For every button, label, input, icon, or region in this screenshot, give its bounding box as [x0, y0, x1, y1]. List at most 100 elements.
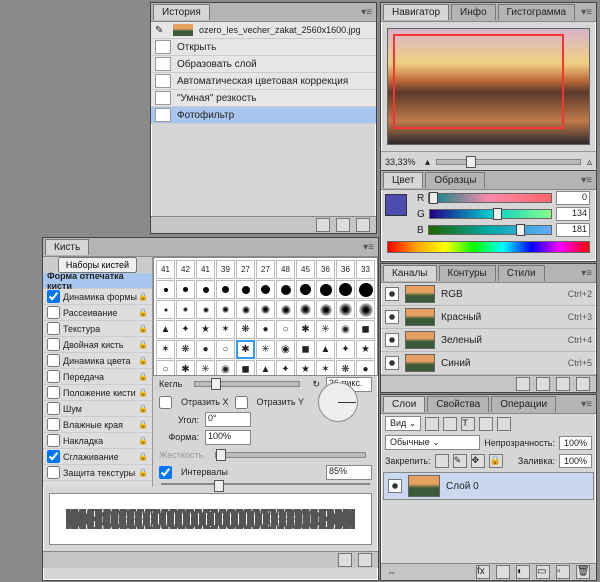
trash-icon[interactable]: 🗑	[576, 565, 590, 579]
brush-preset[interactable]	[156, 300, 175, 319]
flip-x-checkbox[interactable]	[159, 396, 172, 409]
navigator-view-rect[interactable]	[393, 34, 564, 129]
option-checkbox[interactable]	[47, 386, 60, 399]
brush-preset[interactable]: ▲	[256, 360, 275, 376]
visibility-eye-icon[interactable]	[385, 287, 399, 301]
history-step[interactable]: Открыть	[151, 39, 376, 56]
spacing-slider[interactable]	[161, 483, 370, 485]
brush-preset[interactable]: ●	[356, 360, 375, 376]
toggle-preview-icon[interactable]	[338, 553, 352, 567]
brush-preset[interactable]	[336, 300, 355, 319]
lock-icon[interactable]: 🔒	[138, 436, 148, 445]
visibility-eye-icon[interactable]	[385, 333, 399, 347]
lock-transparent-icon[interactable]	[435, 454, 449, 468]
brush-preset[interactable]: 36	[316, 260, 335, 279]
brush-preset[interactable]: ▲	[316, 340, 335, 359]
save-selection-icon[interactable]	[536, 377, 550, 391]
flip-y-checkbox[interactable]	[235, 396, 248, 409]
channel-row[interactable]: КрасныйCtrl+3	[381, 306, 596, 329]
filter-pixel-icon[interactable]	[425, 417, 439, 431]
channel-row[interactable]: СинийCtrl+5	[381, 352, 596, 375]
brush-preset[interactable]	[236, 280, 255, 299]
brush-preset[interactable]	[276, 280, 295, 299]
visibility-eye-icon[interactable]	[388, 479, 402, 493]
new-doc-icon[interactable]	[336, 218, 350, 232]
filter-smart-icon[interactable]	[497, 417, 511, 431]
brush-preset[interactable]: 36	[336, 260, 355, 279]
brush-preset[interactable]: ✦	[336, 340, 355, 359]
brush-preset[interactable]: ◉	[216, 360, 235, 376]
option-checkbox[interactable]	[47, 370, 60, 383]
zoom-value[interactable]: 33,33%	[385, 157, 425, 167]
tab-paths[interactable]: Контуры	[439, 265, 496, 281]
brush-preset[interactable]	[236, 300, 255, 319]
zoom-out-icon[interactable]: ▴	[425, 157, 430, 168]
brush-preset[interactable]: ★	[296, 360, 315, 376]
roundness-value[interactable]: 100%	[205, 430, 251, 445]
brush-preset[interactable]: ✶	[316, 360, 335, 376]
mask-icon[interactable]	[496, 565, 510, 579]
b-value[interactable]: 181	[556, 223, 590, 237]
brush-preset[interactable]	[356, 300, 375, 319]
brush-preset[interactable]: ✶	[216, 320, 235, 339]
tab-info[interactable]: Инфо	[451, 4, 496, 20]
brush-preset[interactable]: ✳	[196, 360, 215, 376]
fill-value[interactable]: 100%	[559, 454, 592, 468]
brush-preset[interactable]: 45	[296, 260, 315, 279]
tab-channels[interactable]: Каналы	[383, 265, 437, 281]
angle-value[interactable]: 0°	[205, 412, 251, 427]
brush-preset[interactable]: ○	[216, 340, 235, 359]
brush-preset[interactable]: 39	[216, 260, 235, 279]
brush-option[interactable]: Динамика цвета🔒	[43, 353, 152, 369]
brush-preset[interactable]: 42	[176, 260, 195, 279]
opacity-value[interactable]: 100%	[559, 436, 592, 450]
lock-icon[interactable]: 🔒	[138, 404, 148, 413]
b-slider[interactable]	[428, 225, 552, 235]
brush-preset[interactable]: ●	[256, 320, 275, 339]
panel-menu-icon[interactable]: ▾≡	[581, 7, 592, 18]
option-checkbox[interactable]	[47, 402, 60, 415]
brush-option[interactable]: Положение кисти🔒	[43, 385, 152, 401]
tab-navigator[interactable]: Навигатор	[383, 4, 449, 20]
brush-option[interactable]: Защита текстуры🔒	[43, 465, 152, 481]
tab-styles[interactable]: Стили	[498, 265, 545, 281]
foreground-swatch[interactable]	[385, 194, 407, 216]
filter-shape-icon[interactable]	[479, 417, 493, 431]
history-step[interactable]: Автоматическая цветовая коррекция	[151, 73, 376, 90]
tab-swatches[interactable]: Образцы	[425, 172, 485, 188]
brush-preset[interactable]: ❋	[236, 320, 255, 339]
tab-properties[interactable]: Свойства	[427, 396, 489, 412]
panel-menu-icon[interactable]: ▾≡	[581, 268, 592, 279]
brush-option[interactable]: Влажные края🔒	[43, 417, 152, 433]
brush-preset[interactable]: ◉	[336, 320, 355, 339]
brush-preset[interactable]: ✱	[296, 320, 315, 339]
brush-preset[interactable]: ◼	[356, 320, 375, 339]
tab-color[interactable]: Цвет	[383, 172, 423, 188]
visibility-eye-icon[interactable]	[385, 310, 399, 324]
history-source-row[interactable]: ✎ ozero_les_vecher_zakat_2560x1600.jpg	[151, 22, 376, 39]
option-checkbox[interactable]	[47, 466, 60, 479]
option-checkbox[interactable]	[47, 418, 60, 431]
brush-preset[interactable]: ❋	[176, 340, 195, 359]
brush-option[interactable]: Шум🔒	[43, 401, 152, 417]
brush-preset[interactable]: ✱	[176, 360, 195, 376]
history-step[interactable]: Фотофильтр	[151, 107, 376, 124]
brush-preset[interactable]	[256, 280, 275, 299]
zoom-in-icon[interactable]: ▵	[587, 157, 592, 168]
brush-preset[interactable]: 27	[256, 260, 275, 279]
panel-menu-icon[interactable]: ▾≡	[581, 175, 592, 186]
brush-preset[interactable]	[356, 280, 375, 299]
brush-preset[interactable]	[296, 300, 315, 319]
option-checkbox[interactable]	[47, 290, 60, 303]
brush-preset[interactable]: 27	[236, 260, 255, 279]
zoom-slider[interactable]	[436, 159, 581, 165]
brush-preset[interactable]	[176, 300, 195, 319]
brush-preset[interactable]	[296, 280, 315, 299]
brush-preset[interactable]	[316, 300, 335, 319]
brush-preset-grid[interactable]: 4142413927274845363633▲✦★✶❋●○✱✳◉◼✶❋●○✱✳◉…	[153, 257, 378, 376]
option-checkbox[interactable]	[47, 434, 60, 447]
trash-icon[interactable]	[576, 377, 590, 391]
tab-layers[interactable]: Слои	[383, 396, 425, 412]
history-step[interactable]: Образовать слой	[151, 56, 376, 73]
lock-all-icon[interactable]: 🔒	[489, 454, 503, 468]
